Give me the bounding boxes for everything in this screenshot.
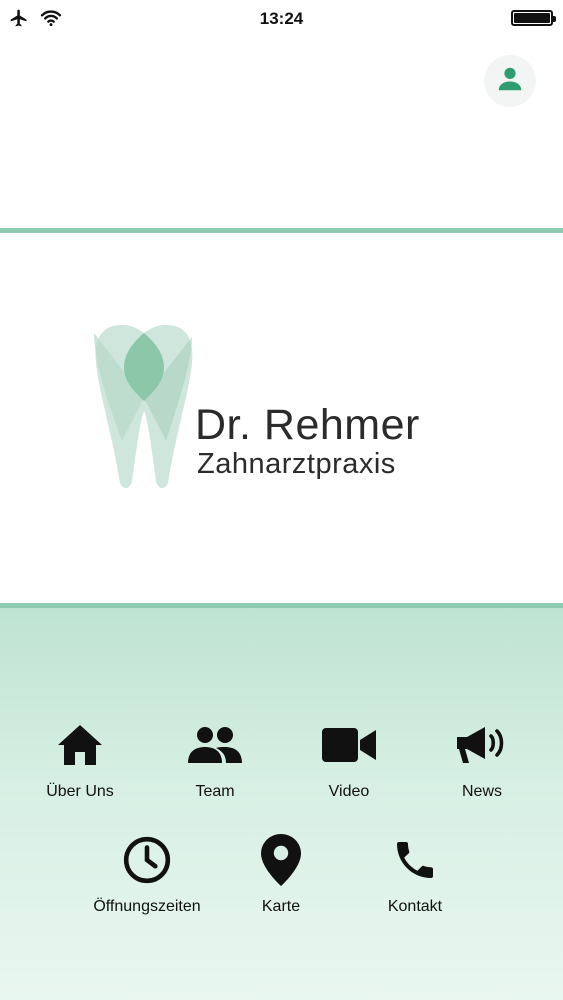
status-time: 13:24 <box>259 9 304 28</box>
megaphone-icon <box>455 721 509 769</box>
tooth-logo-icon <box>92 323 196 494</box>
status-right <box>511 10 556 26</box>
menu-item-karte[interactable]: Karte <box>216 834 346 916</box>
menu-label: Kontakt <box>387 898 443 915</box>
menu-label: Team <box>195 783 235 800</box>
menu-area: Über Uns Team Video News Öffnungszeiten … <box>0 608 563 1000</box>
home-icon <box>56 721 104 769</box>
menu-item-team[interactable]: Team <box>150 721 280 801</box>
menu-item-video[interactable]: Video <box>284 721 414 801</box>
logo-subtitle: Zahnarztpraxis <box>197 448 396 480</box>
profile-button[interactable] <box>484 55 536 107</box>
video-camera-icon <box>322 721 376 769</box>
menu-item-ueber-uns[interactable]: Über Uns <box>15 721 145 801</box>
logo-title: Dr. Rehmer <box>195 401 420 449</box>
menu-label: Über Uns <box>46 783 114 800</box>
menu-item-kontakt[interactable]: Kontakt <box>350 836 480 916</box>
clock-icon <box>122 836 172 884</box>
logo-area: Dr. Rehmer Zahnarztpraxis <box>0 233 563 603</box>
menu-label: News <box>461 783 502 800</box>
group-icon <box>188 721 242 769</box>
map-pin-icon <box>261 834 301 886</box>
status-bar: 13:24 <box>0 0 563 38</box>
phone-icon <box>391 836 439 884</box>
menu-label: Öffnungszeiten <box>93 898 201 915</box>
person-icon <box>495 64 525 99</box>
battery-icon <box>511 10 556 26</box>
menu-item-oeffnungszeiten[interactable]: Öffnungszeiten <box>82 836 212 916</box>
menu-item-news[interactable]: News <box>417 721 547 801</box>
menu-label: Karte <box>261 898 301 915</box>
menu-label: Video <box>328 783 370 800</box>
